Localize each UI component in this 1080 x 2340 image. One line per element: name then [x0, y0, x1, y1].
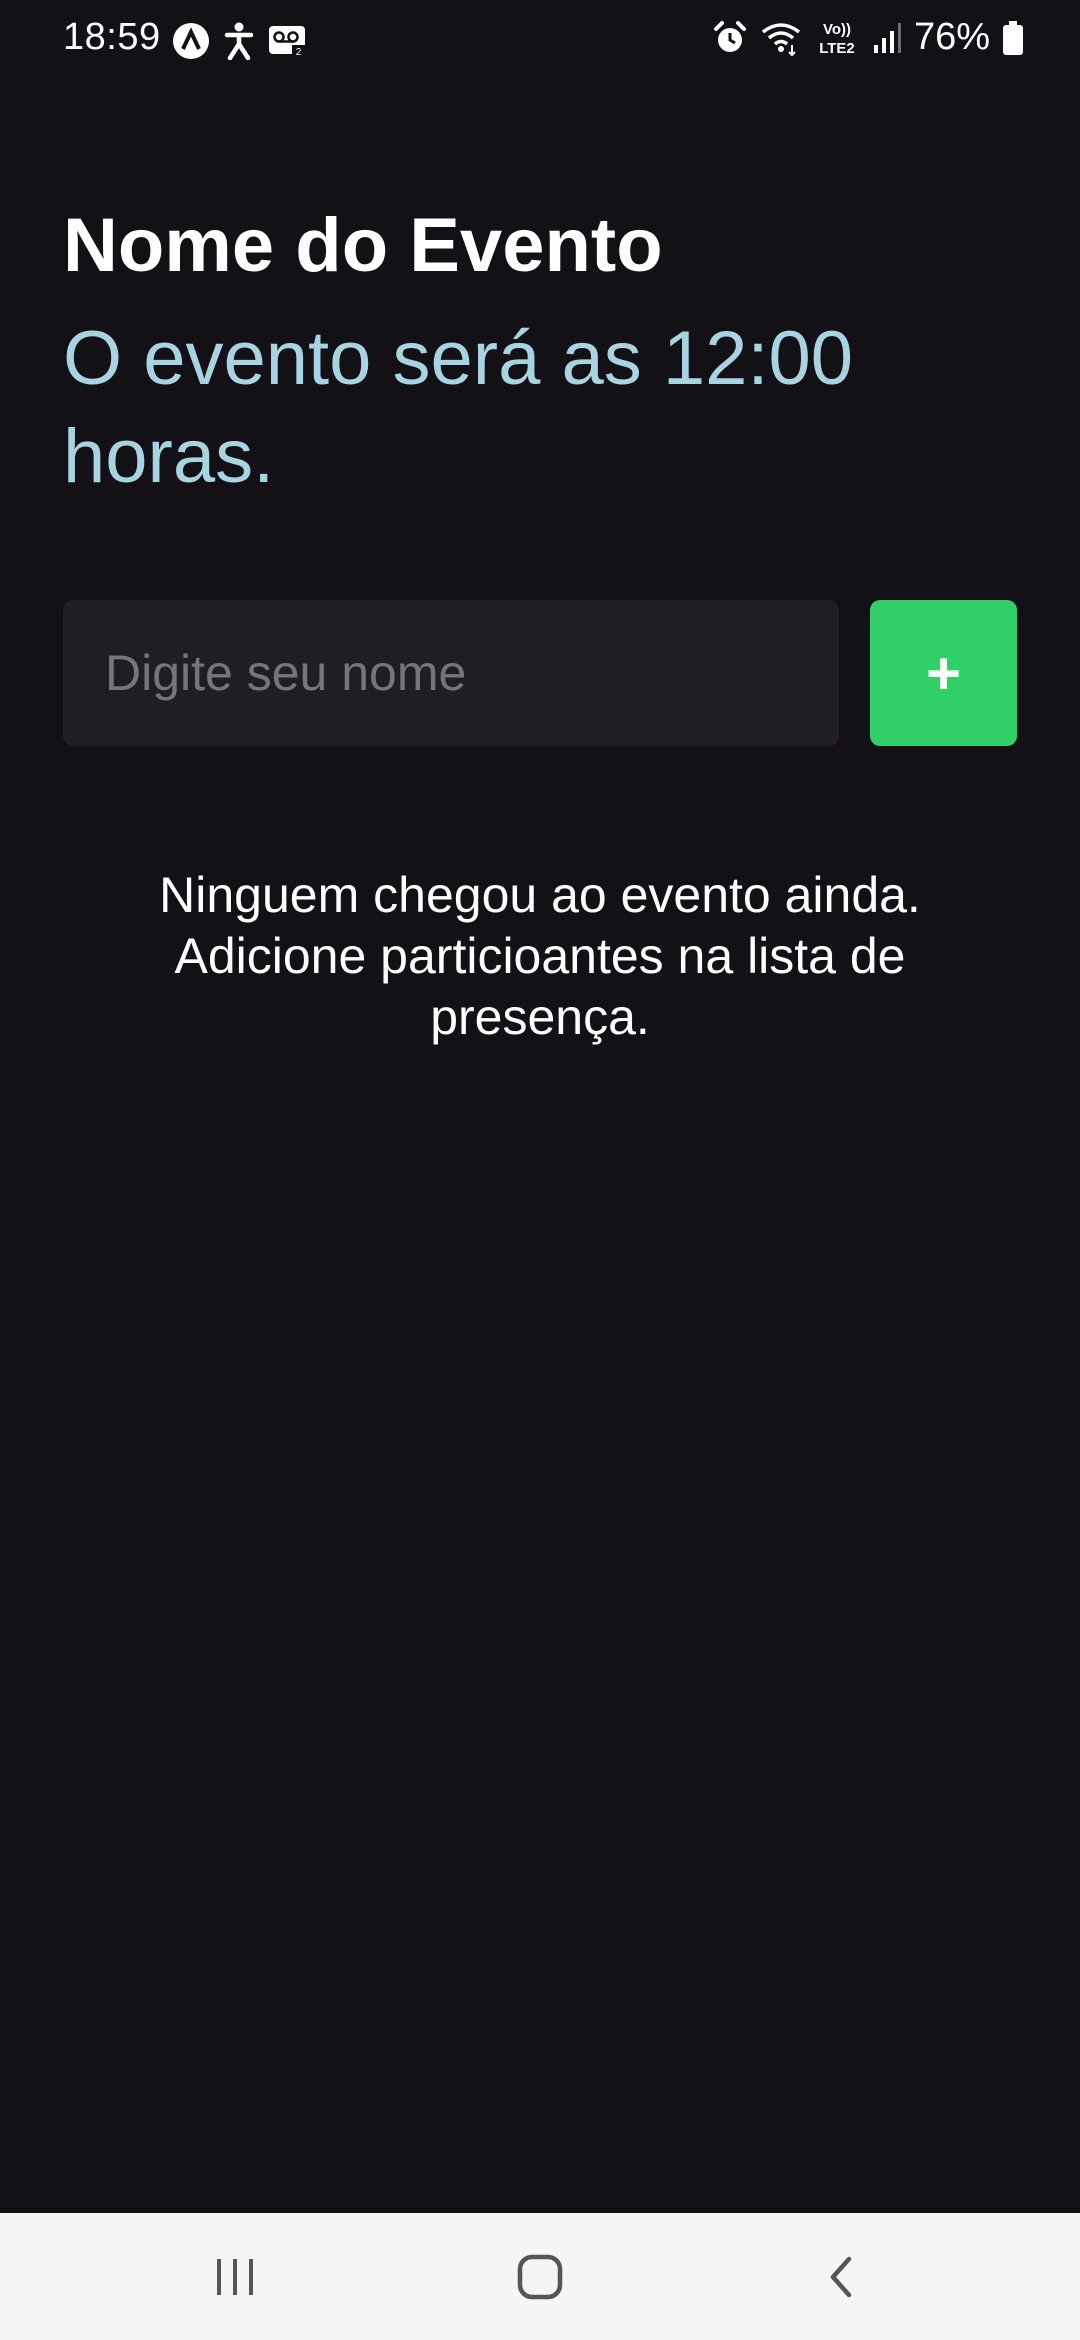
svg-text:2: 2 [296, 47, 302, 58]
back-icon [830, 2256, 852, 2297]
status-bar: 18:59 2 Vo)) LTE2 76% [0, 0, 1080, 80]
status-right-icons: Vo)) LTE2 76% [712, 16, 1024, 59]
empty-list-message: Ninguem chegou ao evento ainda. Adicione… [159, 867, 921, 1045]
add-button-label: + [925, 639, 962, 707]
battery-icon [1002, 20, 1024, 56]
battery-percentage: 76% [913, 16, 990, 58]
signal-icon [872, 21, 902, 55]
home-icon [517, 2254, 563, 2299]
alarm-icon [712, 20, 748, 56]
wifi-icon [760, 20, 802, 56]
event-subtitle: O evento será as 12:00 horas. [63, 316, 854, 499]
add-participant-button[interactable]: + [870, 600, 1017, 746]
back-button[interactable] [740, 2213, 940, 2340]
status-time: 18:59 [63, 16, 161, 58]
app-screen: 18:59 2 Vo)) LTE2 76% Nome do Evento O e… [0, 0, 1080, 2340]
app-notification-icon [172, 22, 210, 60]
status-left-icons: 2 [172, 22, 308, 60]
event-title: Nome do Evento [63, 203, 663, 288]
volte-label-top: Vo)) [823, 21, 851, 38]
navigation-bar [0, 2213, 1080, 2340]
accessibility-icon [224, 22, 254, 60]
home-button[interactable] [440, 2213, 640, 2340]
participant-name-input[interactable] [63, 600, 839, 746]
recents-button[interactable] [135, 2213, 335, 2340]
volte-label-bottom: LTE2 [819, 40, 855, 57]
volte-icon: Vo)) LTE2 [814, 19, 860, 57]
voicemail-icon: 2 [268, 24, 308, 58]
recents-icon [217, 2258, 253, 2295]
